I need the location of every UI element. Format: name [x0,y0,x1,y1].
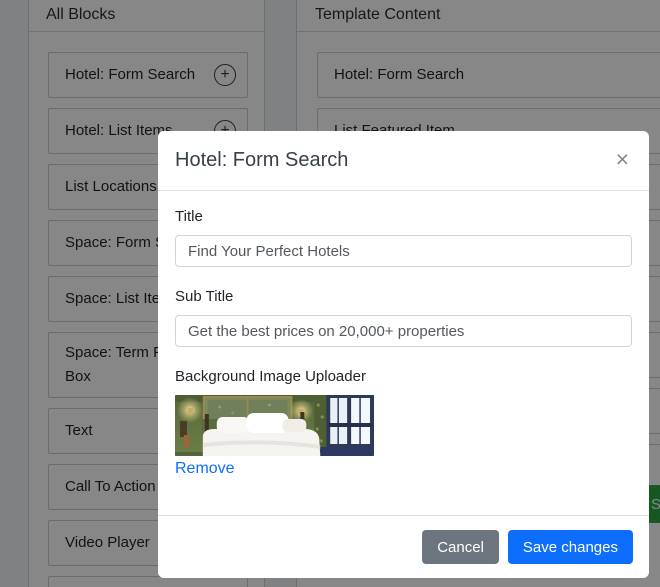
hotel-room-thumbnail-image [175,395,374,456]
cancel-button[interactable]: Cancel [422,530,499,564]
save-changes-button[interactable]: Save changes [508,530,633,564]
modal-title: Hotel: Form Search [175,146,348,174]
modal-footer: Cancel Save changes [158,515,649,578]
subtitle-label: Sub Title [175,287,632,307]
modal-header: Hotel: Form Search × [158,131,649,191]
remove-image-link[interactable]: Remove [175,459,235,479]
block-edit-modal: Hotel: Form Search × Title Sub Title Bac… [158,131,649,578]
title-label: Title [175,207,632,227]
subtitle-input[interactable] [175,315,632,347]
modal-body: Title Sub Title Background Image Uploade… [158,191,649,515]
title-input[interactable] [175,235,632,267]
page: All Blocks Hotel: Form Search+Hotel: Lis… [0,0,660,587]
close-icon[interactable]: × [612,146,633,172]
background-image-uploader-label: Background Image Uploader [175,367,632,387]
